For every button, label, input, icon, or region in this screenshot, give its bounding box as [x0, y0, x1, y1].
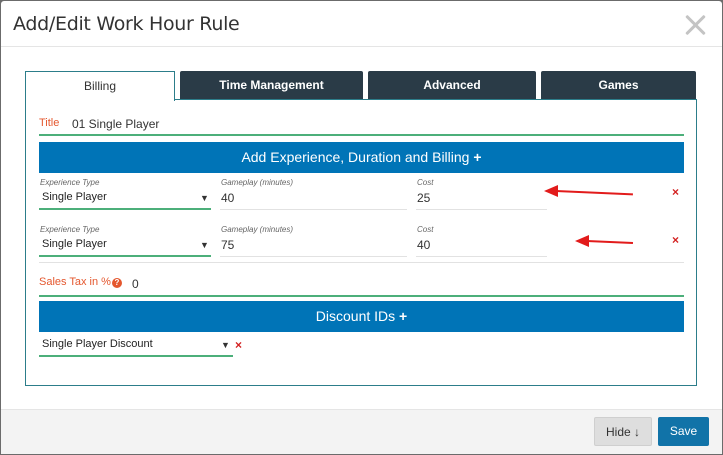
chevron-down-icon[interactable]: ▼: [221, 340, 230, 350]
cost-label: Cost: [417, 178, 434, 187]
cost-input[interactable]: 25: [417, 191, 430, 205]
cost-label: Cost: [417, 225, 434, 234]
gameplay-input[interactable]: 40: [221, 191, 234, 205]
experience-type-label: Experience Type: [40, 178, 100, 187]
delete-row-icon[interactable]: ×: [672, 185, 679, 199]
gameplay-underline: [220, 256, 407, 257]
tab-time-management[interactable]: Time Management: [180, 71, 363, 100]
experience-type-select[interactable]: Single Player: [42, 191, 107, 203]
sales-tax-underline: [39, 295, 684, 297]
title-input[interactable]: 01 Single Player: [72, 117, 159, 131]
cost-input[interactable]: 40: [417, 238, 430, 252]
experience-type-select[interactable]: Single Player: [42, 238, 107, 250]
title-label: Title: [39, 117, 60, 129]
delete-discount-icon[interactable]: ×: [235, 338, 242, 352]
cost-underline: [416, 256, 547, 257]
gameplay-label: Gameplay (minutes): [221, 225, 294, 234]
add-experience-label: Add Experience, Duration and Billing: [241, 149, 470, 165]
experience-type-label: Experience Type: [40, 225, 100, 234]
tab-billing[interactable]: Billing: [25, 71, 175, 101]
rows-divider: [39, 262, 684, 263]
save-button[interactable]: Save: [658, 417, 709, 446]
tab-advanced[interactable]: Advanced: [368, 71, 536, 100]
delete-row-icon[interactable]: ×: [672, 233, 679, 247]
edit-rule-modal: Add/Edit Work Hour Rule Billing Time Man…: [1, 1, 722, 454]
plus-icon: +: [399, 308, 408, 324]
experience-type-underline: [39, 255, 211, 257]
chevron-down-icon[interactable]: ▼: [200, 193, 209, 203]
close-icon[interactable]: [682, 11, 710, 39]
sales-tax-input[interactable]: 0: [132, 277, 139, 291]
discount-select[interactable]: Single Player Discount: [42, 338, 153, 350]
sales-tax-label: Sales Tax in %: [39, 276, 111, 288]
gameplay-underline: [220, 209, 407, 210]
help-icon[interactable]: ?: [112, 278, 122, 288]
cost-underline: [416, 209, 547, 210]
discount-underline: [39, 355, 233, 357]
title-underline: [39, 134, 684, 136]
chevron-down-icon[interactable]: ▼: [200, 240, 209, 250]
hide-button[interactable]: Hide ↓: [594, 417, 652, 446]
gameplay-input[interactable]: 75: [221, 238, 234, 252]
plus-icon: +: [473, 149, 482, 165]
add-experience-button[interactable]: Add Experience, Duration and Billing +: [39, 142, 684, 173]
tab-games[interactable]: Games: [541, 71, 696, 100]
discount-ids-label: Discount IDs: [315, 308, 396, 324]
add-discount-button[interactable]: Discount IDs +: [39, 301, 684, 332]
experience-type-underline: [39, 208, 211, 210]
gameplay-label: Gameplay (minutes): [221, 178, 294, 187]
modal-title: Add/Edit Work Hour Rule: [13, 13, 240, 35]
modal-header: Add/Edit Work Hour Rule: [1, 1, 722, 47]
